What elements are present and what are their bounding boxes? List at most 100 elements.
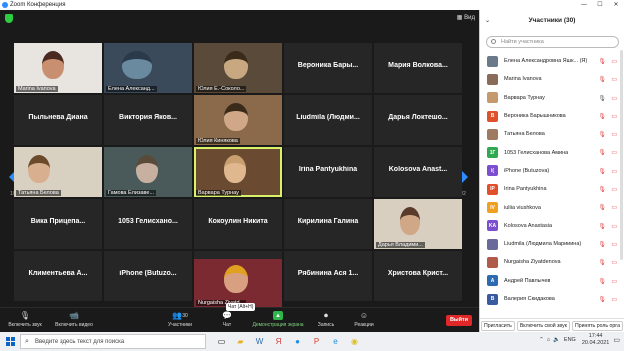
file-explorer-icon[interactable]: ▰ [231, 332, 250, 351]
avatar: IP [487, 183, 498, 195]
share-screen-icon: ▲ [273, 311, 283, 320]
participant-video-image [122, 51, 152, 79]
chat-button[interactable]: 💬 Чат [219, 308, 235, 333]
video-off-icon: ▭ [611, 260, 617, 267]
participant-tile[interactable]: Климентьева А... [14, 251, 102, 301]
participant-name: 1053 Гелисханова Амина [504, 149, 569, 156]
participant-row[interactable]: А Андрей Павлычев 🎙 ▭ [480, 272, 624, 290]
participant-tile[interactable]: Marina Ivanova [14, 43, 102, 93]
participant-row[interactable]: В Валерия Скидакова 🎙 ▭ [480, 290, 624, 308]
participant-tile[interactable]: Виктория Яков... [104, 95, 192, 145]
share-screen-button[interactable]: ▲ Демонстрация экрана [248, 308, 308, 333]
participants-panel: ⌄ Участники (30) Найти участника Елена А… [479, 10, 624, 332]
participants-button[interactable]: 👥 30 Участники [163, 308, 197, 333]
record-button[interactable]: ⏺ Запись [314, 308, 338, 333]
encryption-shield-icon[interactable] [5, 14, 13, 23]
minimize-button[interactable]: — [576, 0, 592, 10]
participant-tile[interactable]: Юлия Кинякова [194, 95, 282, 145]
avatar [487, 55, 498, 67]
participant-tile[interactable]: Гамова Елизаве... [104, 147, 192, 197]
next-page-button[interactable] [461, 170, 468, 184]
participant-tile[interactable]: Кокоулин Никита [194, 199, 282, 249]
unmute-self-button[interactable]: Включить свой звук [516, 320, 570, 331]
participant-tile[interactable]: Nurgaisha Ziyatd... [194, 259, 282, 307]
start-button[interactable] [0, 332, 20, 351]
taskbar-clock[interactable]: 17:44 20.04.2021 [582, 333, 610, 347]
participant-row[interactable]: KA Kolosova Anastasia 🎙 ▭ [480, 217, 624, 235]
participant-tile[interactable]: Вика Прицепа... [14, 199, 102, 249]
avatar [487, 128, 498, 140]
panel-collapse-icon[interactable]: ⌄ [485, 10, 490, 32]
word-icon[interactable]: W [250, 332, 269, 351]
participant-tile[interactable]: Рябинина Ася 1... [284, 251, 372, 301]
participant-tile[interactable]: Елена Александ... [104, 43, 192, 93]
participant-tile[interactable]: Пыльнева Диана [14, 95, 102, 145]
participant-tile[interactable]: Дарья Локтешо... [374, 95, 462, 145]
mic-muted-icon: 🎙 [598, 296, 606, 303]
participant-tile-name: 1053 Гелисхано... [118, 218, 178, 225]
participants-icon: 👥 30 [172, 311, 188, 320]
language-indicator[interactable]: ENG [564, 337, 576, 343]
participant-row[interactable]: Liudmila (Людмила Марииина) 🎙 ▭ [480, 235, 624, 253]
participant-tile[interactable]: Вероника Бары... [284, 43, 372, 93]
participant-row[interactable]: Татьяна Белова 🎙 ▭ [480, 125, 624, 143]
powerpoint-icon[interactable]: P [307, 332, 326, 351]
mic-muted-icon: 🎙 [598, 260, 606, 267]
participant-row[interactable]: i(iPhone (Butuzova) 🎙 ▭ [480, 162, 624, 180]
record-icon: ⏺ [324, 310, 328, 320]
participant-video-image [224, 103, 248, 131]
participant-tile[interactable]: Irina Pantyukhina [284, 147, 372, 197]
video-off-icon: ▭ [611, 77, 617, 84]
participant-row[interactable]: Варвара Турнау 🎙 ▭ [480, 89, 624, 107]
yandex-icon[interactable]: Я [269, 332, 288, 351]
participant-tile[interactable]: Мария Волкова... [374, 43, 462, 93]
participant-tile[interactable]: Христова Крист... [374, 251, 462, 301]
participant-tile[interactable]: Kolosova Anast... [374, 147, 462, 197]
edge-icon[interactable]: e [326, 332, 345, 351]
browser-icon[interactable]: ◉ [345, 332, 364, 351]
avatar: А [487, 275, 498, 287]
participant-row[interactable]: Nurgaisha Ziyatdenova 🎙 ▭ [480, 253, 624, 271]
participant-tile[interactable]: iPhone (Butuzo... [104, 251, 192, 301]
participant-tile[interactable]: Дарья Владими... [374, 199, 462, 249]
close-button[interactable]: ✕ [608, 0, 624, 10]
view-button[interactable]: ▦ Вид [457, 14, 475, 21]
mic-muted-icon: 🎙 [598, 205, 606, 212]
participant-tile-label: Гамова Елизаве... [106, 190, 157, 196]
participant-tile[interactable]: Юлия Е.-Соколо... [194, 43, 282, 93]
participant-row[interactable]: 1Г 1053 Гелисханова Амина 🎙 ▭ [480, 143, 624, 161]
zoom-icon[interactable]: ● [288, 332, 307, 351]
mic-muted-icon: 🎙 [598, 132, 606, 139]
participant-tile-name: Kolosova Anast... [388, 166, 448, 173]
unmute-button[interactable]: 🎙 Включить звук [6, 308, 44, 333]
participant-search-input[interactable]: Найти участника [486, 36, 619, 48]
participant-tile[interactable]: Liudmila (Людми... [284, 95, 372, 145]
participant-tile[interactable]: 1053 Гелисхано... [104, 199, 192, 249]
participant-list-scrollbar[interactable] [620, 50, 623, 260]
participant-row[interactable]: Елена Александровна Яшк... (Я) 🎙 ▭ [480, 52, 624, 70]
participant-row[interactable]: Marina Ivanova 🎙 ▭ [480, 70, 624, 88]
participant-row[interactable]: IV iuliia viushkova 🎙 ▭ [480, 198, 624, 216]
claim-host-button[interactable]: Принять роль орга [571, 320, 623, 331]
start-video-button[interactable]: 📹 Включить видео [52, 308, 96, 333]
participant-tile-name: Вероника Бары... [297, 62, 359, 69]
participant-name: iuliia viushkova [504, 204, 541, 211]
task-view-icon[interactable]: ▭ [212, 332, 231, 351]
leave-button[interactable]: Выйти [446, 315, 472, 326]
participant-tile[interactable]: Татьяна Белова [14, 147, 102, 197]
network-icon[interactable]: ⌂ [547, 337, 550, 343]
participant-tile-label: Татьяна Белова [16, 190, 61, 196]
mic-muted-icon: 🎙 [598, 59, 606, 65]
participant-tile[interactable]: Кирилина Галина [284, 199, 372, 249]
tray-arrow-icon[interactable]: ⌃ [539, 337, 544, 343]
reactions-button[interactable]: ☺ Реакции [351, 308, 377, 333]
notifications-icon[interactable]: ▭ [613, 336, 620, 344]
participant-row[interactable]: IP Irina Pantyukhina 🎙 ▭ [480, 180, 624, 198]
participant-tile[interactable]: Варвара Турнау [194, 147, 282, 197]
maximize-button[interactable]: ☐ [592, 0, 608, 10]
participant-row[interactable]: В Вероника Барышникова 🎙 ▭ [480, 107, 624, 125]
taskbar-search-input[interactable]: ⌕ Введите здесь текст для поиска [20, 334, 206, 349]
volume-icon[interactable]: 🔈 [553, 337, 560, 343]
invite-button[interactable]: Пригласить [481, 320, 515, 331]
participant-tile-label: Варвара Турнау [196, 190, 241, 196]
